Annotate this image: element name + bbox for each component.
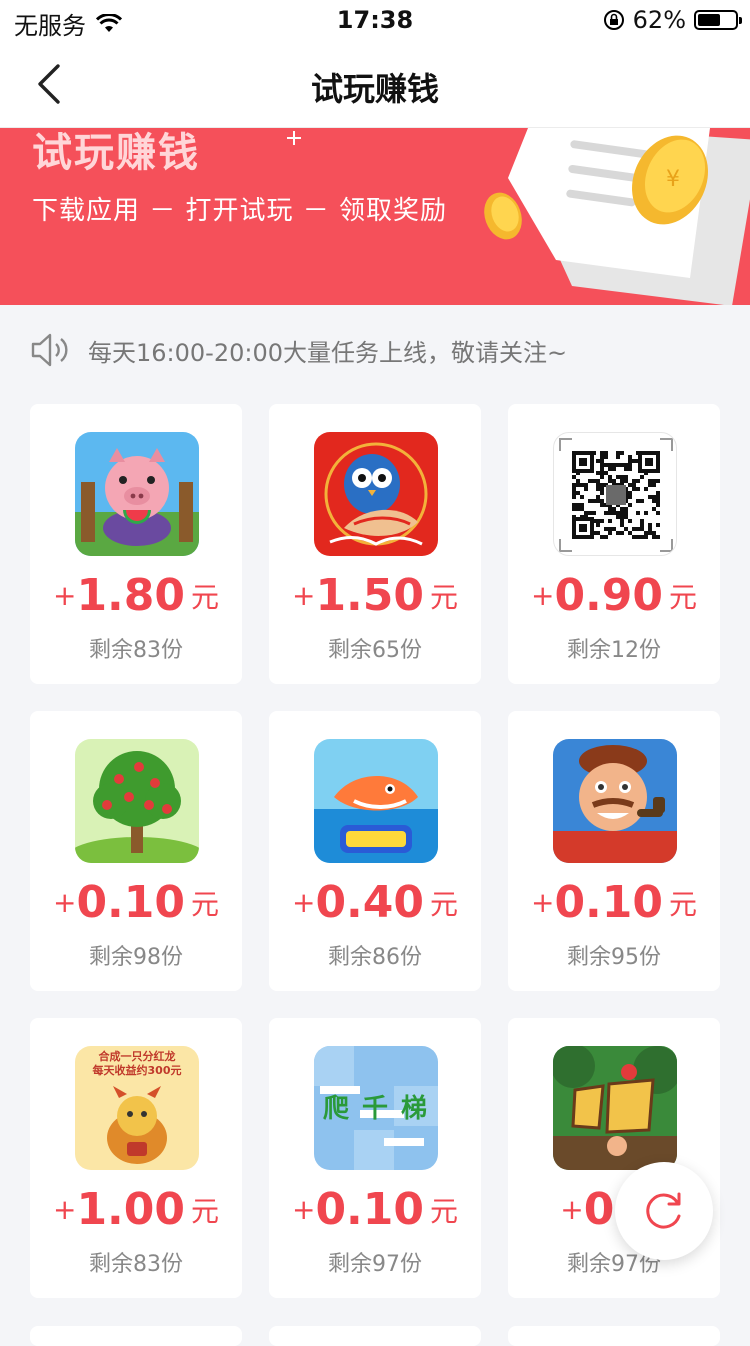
task-card[interactable]: +0.10 元 剩余98份 — [30, 711, 242, 991]
task-card[interactable]: +1.50 元 剩余65份 — [269, 404, 481, 684]
rotation-lock-icon — [603, 10, 624, 30]
reward-amount: 1.80 — [76, 570, 185, 621]
climb-title: 爬 千 梯 — [322, 1094, 430, 1124]
jungle-game-icon — [553, 1046, 677, 1170]
remaining-count: 剩余65份 — [328, 638, 422, 663]
reward-unit: 元 — [430, 1194, 459, 1228]
reward-unit: 元 — [430, 887, 459, 921]
fruit-tree-icon — [75, 739, 199, 863]
reward-amount: 1.50 — [315, 570, 424, 621]
reward-amount: 0.10 — [315, 1184, 424, 1235]
qr-code-icon — [553, 432, 677, 556]
battery-icon — [694, 10, 742, 30]
plus-sign: + — [291, 1193, 316, 1226]
reward-unit: 元 — [191, 887, 220, 921]
plus-sign: + — [291, 579, 316, 612]
refresh-icon — [646, 1192, 681, 1229]
task-card[interactable]: 爬 千 梯 +0.10 元 剩余97份 — [269, 1018, 481, 1298]
coin-document-illustration: ¥ — [484, 128, 750, 305]
reward-unit: 元 — [191, 580, 220, 614]
refresh-button[interactable] — [615, 1162, 713, 1260]
remaining-count: 剩余12份 — [567, 638, 661, 663]
task-card[interactable] — [269, 1326, 481, 1346]
notice-bar: 每天16:00-20:00大量任务上线，敬请关注~ — [30, 330, 567, 370]
reward-price: +0.40 元 — [269, 877, 481, 928]
banner-title: 试玩赚钱 — [32, 130, 200, 176]
remaining-count: 剩余83份 — [89, 638, 183, 663]
owl-fish-icon — [314, 432, 438, 556]
status-bar: 无服务 17:38 62% — [0, 0, 750, 40]
remaining-count: 剩余97份 — [328, 1252, 422, 1277]
task-card[interactable] — [30, 1326, 242, 1346]
reward-amount: 0.40 — [315, 877, 424, 928]
cartoon-man-icon — [553, 739, 677, 863]
reward-price: +0.10 元 — [508, 877, 720, 928]
task-card[interactable]: 合成一只分红龙 每天收益约300元 +1.00 元 剩余83份 — [30, 1018, 242, 1298]
speaker-icon — [31, 333, 68, 367]
task-card[interactable]: +0.10 元 剩余95份 — [508, 711, 720, 991]
task-card[interactable]: +0.40 元 剩余86份 — [269, 711, 481, 991]
reward-price: +1.50 元 — [269, 570, 481, 621]
reward-unit: 元 — [191, 1194, 220, 1228]
task-card[interactable]: +1.80 元 剩余83份 — [30, 404, 242, 684]
task-card[interactable]: +0.1 剩余97份 — [508, 1018, 720, 1298]
pig-game-icon — [75, 432, 199, 556]
reward-price: +0.90 元 — [508, 570, 720, 621]
task-card[interactable] — [508, 1326, 720, 1346]
page-title: 试玩赚钱 — [310, 70, 439, 108]
banner-subtitle: 下载应用 － 打开试玩 － 领取奖励 — [32, 196, 448, 226]
plus-sign: + — [530, 579, 555, 612]
remaining-count: 剩余95份 — [567, 945, 661, 970]
status-right: 62% — [603, 6, 742, 34]
plus-sign: + — [530, 886, 555, 919]
reward-amount: 0.10 — [554, 877, 663, 928]
reward-amount: 0.10 — [76, 877, 185, 928]
remaining-count: 剩余98份 — [89, 945, 183, 970]
remaining-count: 剩余83份 — [89, 1252, 183, 1277]
reward-unit: 元 — [669, 580, 698, 614]
reward-price: +1.80 元 — [30, 570, 242, 621]
task-card[interactable]: +0.90 元 剩余12份 — [508, 404, 720, 684]
shark-game-icon — [314, 739, 438, 863]
plus-sign: + — [291, 886, 316, 919]
reward-price: +1.00 元 — [30, 1184, 242, 1235]
plus-sign: + — [560, 1193, 584, 1226]
svg-text:¥: ¥ — [666, 167, 680, 192]
navigation-bar: 试玩赚钱 — [0, 40, 750, 128]
battery-percent: 62% — [632, 6, 686, 34]
climb-game-icon: 爬 千 梯 — [314, 1046, 438, 1170]
plus-sign: + — [52, 579, 77, 612]
reward-price: +0.10 元 — [30, 877, 242, 928]
reward-price: +0.10 元 — [269, 1184, 481, 1235]
reward-unit: 元 — [669, 887, 698, 921]
remaining-count: 剩余86份 — [328, 945, 422, 970]
sparkle-icon — [287, 131, 301, 145]
dragon-poster-icon: 合成一只分红龙 每天收益约300元 — [75, 1046, 199, 1170]
plus-sign: + — [52, 886, 77, 919]
reward-amount: 0.90 — [554, 570, 663, 621]
promo-banner: 试玩赚钱 下载应用 － 打开试玩 － 领取奖励 ¥ — [0, 128, 750, 305]
reward-amount: 1.00 — [76, 1184, 185, 1235]
plus-sign: + — [52, 1193, 77, 1226]
notice-text: 每天16:00-20:00大量任务上线，敬请关注~ — [88, 338, 568, 367]
reward-unit: 元 — [430, 580, 459, 614]
